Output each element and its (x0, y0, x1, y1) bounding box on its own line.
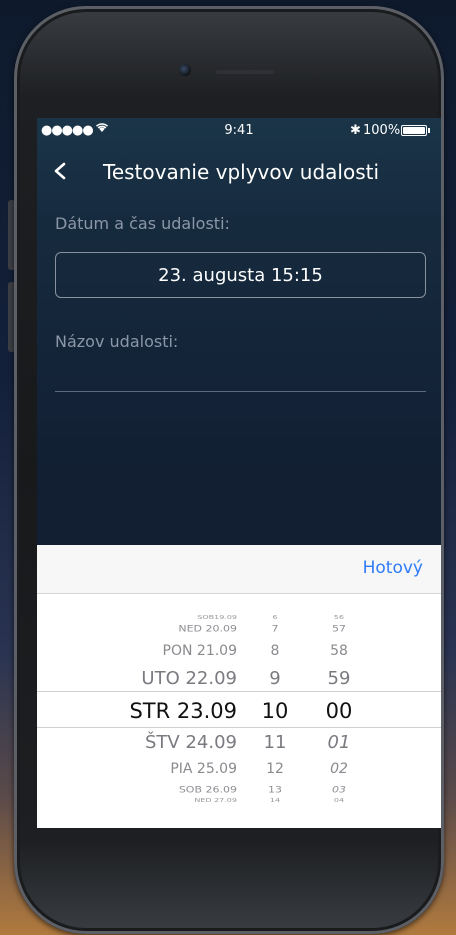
date-picker-sheet: Hotový SOB19.09 NED 20.09 PON 21.09 UTO … (37, 545, 441, 828)
picker-day-option: NED 27.09 (194, 798, 237, 804)
status-bar: ●●●●● 9:41 ✱ 100% (37, 118, 441, 144)
picker-hour-option: 6 (272, 615, 278, 621)
picker-minute-selected: 00 (325, 699, 353, 723)
date-time-label: Dátum a čas udalosti: (55, 214, 230, 233)
picker-day-option: SOB 26.09 (178, 784, 237, 795)
date-time-picker: SOB19.09 NED 20.09 PON 21.09 UTO 22.09 S… (37, 594, 441, 828)
earpiece-speaker (216, 70, 274, 74)
picker-day-option: NED 20.09 (178, 623, 237, 634)
picker-hour-option: 7 (271, 623, 279, 634)
bluetooth-icon: ✱ (350, 123, 361, 138)
picker-hour-wheel[interactable]: 6 7 8 9 10 11 12 13 14 (255, 594, 295, 828)
picker-day-option: PIA 25.09 (170, 761, 237, 777)
picker-minute-option: 58 (330, 643, 348, 659)
picker-hour-option: 8 (270, 643, 280, 659)
battery-tip (428, 128, 430, 133)
event-name-label: Názov udalosti: (55, 332, 179, 351)
front-camera (179, 64, 191, 76)
page-title: Testovanie vplyvov udalosti (103, 160, 380, 184)
picker-day-selected: STR 23.09 (129, 699, 237, 723)
done-button[interactable]: Hotový (363, 558, 423, 578)
picker-hour-option: 9 (269, 668, 281, 689)
event-name-input[interactable] (55, 364, 426, 392)
picker-day-option: PON 21.09 (162, 643, 237, 659)
date-time-field[interactable]: 23. augusta 15:15 (55, 252, 426, 298)
picker-minute-option: 57 (332, 623, 346, 634)
picker-day-option: ŠTV 24.09 (145, 732, 237, 753)
picker-minute-option: 02 (330, 761, 348, 777)
picker-minute-option: 59 (327, 668, 351, 689)
proximity-sensor (313, 67, 321, 75)
phone-screen: ●●●●● 9:41 ✱ 100% Testovanie vplyvov uda… (37, 118, 441, 828)
picker-hour-option: 13 (268, 784, 282, 795)
navigation-bar: Testovanie vplyvov udalosti (37, 148, 441, 198)
battery-percentage: 100% (363, 123, 401, 138)
picker-day-option: UTO 22.09 (141, 668, 237, 689)
picker-minute-option: 01 (327, 732, 351, 753)
battery-icon (401, 125, 427, 136)
picker-hour-option: 11 (263, 732, 287, 753)
picker-day-wheel[interactable]: SOB19.09 NED 20.09 PON 21.09 UTO 22.09 S… (97, 594, 237, 828)
picker-minute-wheel[interactable]: 56 57 58 59 00 01 02 03 04 (317, 594, 361, 828)
picker-minute-option: 04 (333, 798, 345, 804)
picker-minute-option: 03 (332, 784, 346, 795)
picker-hour-selected: 10 (261, 699, 289, 723)
picker-minute-option: 56 (333, 615, 345, 621)
back-chevron-icon[interactable] (53, 162, 67, 180)
picker-hour-option: 14 (269, 798, 281, 804)
picker-day-option: SOB19.09 (197, 615, 237, 621)
picker-toolbar: Hotový (37, 545, 441, 594)
picker-hour-option: 12 (266, 761, 284, 777)
